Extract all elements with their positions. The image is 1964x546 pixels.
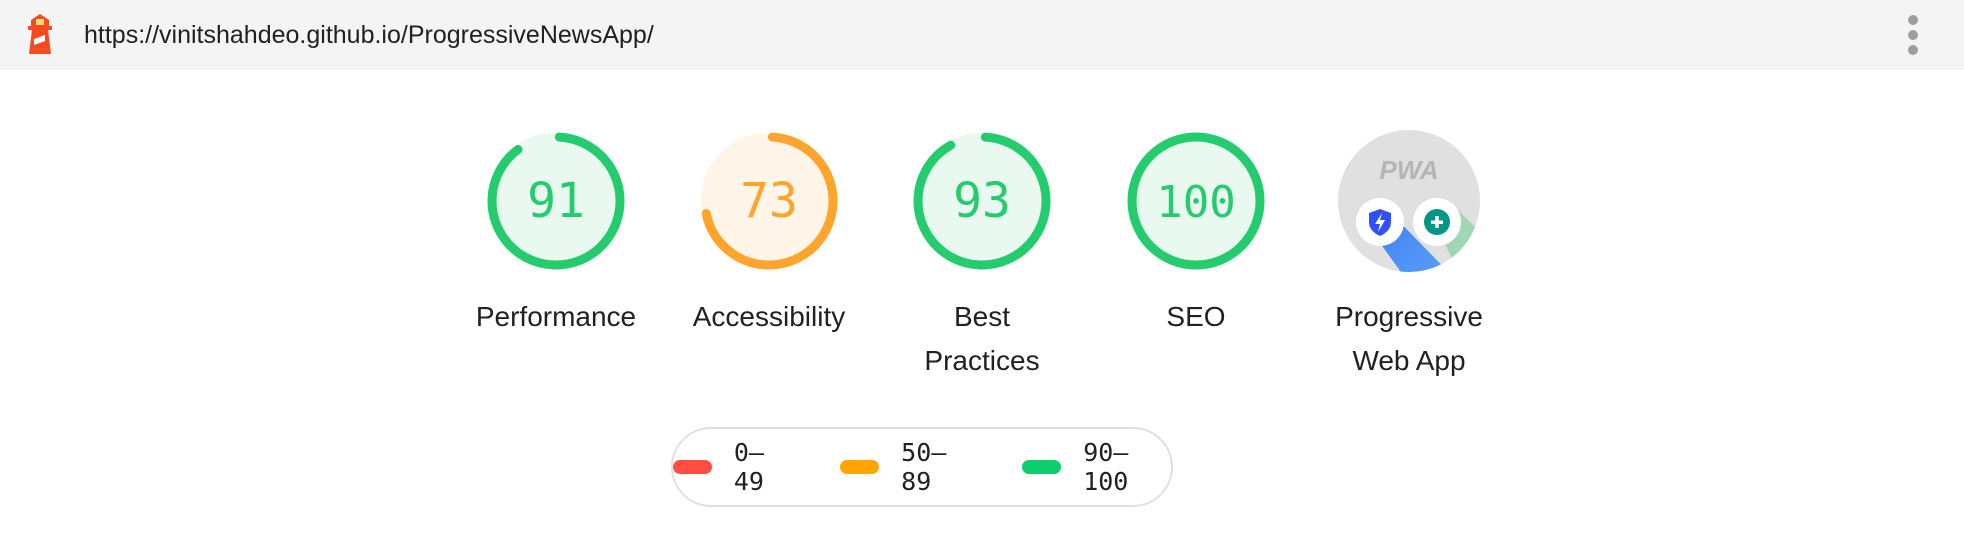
legend-range: 50–89: [901, 438, 947, 496]
gauge-label-line: Web App: [1352, 345, 1466, 376]
fast-reliable-shield-icon: [1356, 198, 1404, 246]
more-vert-icon: [1908, 15, 1918, 25]
gauge-score: 91: [527, 173, 585, 229]
gauge-score: 100: [1156, 177, 1235, 228]
installable-plus-icon: [1413, 198, 1461, 246]
legend-swatch-pass: [1022, 460, 1062, 474]
gauge-label: SEO: [1081, 295, 1311, 339]
gauge-label-line: SEO: [1166, 301, 1226, 332]
gauge-best-practices[interactable]: 93: [902, 121, 1062, 281]
more-options-button[interactable]: [1898, 12, 1928, 58]
gauge-label: Best Practices: [867, 295, 1097, 383]
gauge-label-line: Progressive: [1335, 301, 1483, 332]
score-scale-legend: 0–49 50–89 90–100: [671, 427, 1173, 507]
gauge-score: 93: [953, 173, 1011, 229]
gauge-performance[interactable]: 91: [476, 121, 636, 281]
more-vert-icon: [1908, 45, 1918, 55]
gauge-label: Accessibility: [654, 295, 884, 339]
legend-item-fail: 0–49: [673, 438, 792, 496]
lighthouse-icon: [28, 14, 52, 54]
report-header: https://vinitshahdeo.github.io/Progressi…: [0, 0, 1964, 70]
gauge-score: 73: [740, 173, 798, 229]
gauge-label: Performance: [441, 295, 671, 339]
legend-item-average: 50–89: [840, 438, 974, 496]
legend-range: 90–100: [1083, 438, 1129, 496]
gauge-accessibility[interactable]: 73: [689, 121, 849, 281]
more-vert-icon: [1908, 30, 1918, 40]
page-url: https://vinitshahdeo.github.io/Progressi…: [84, 21, 654, 49]
gauge-label-line: Accessibility: [692, 301, 846, 332]
legend-swatch-average: [840, 460, 880, 474]
gauge-label-line: Best: [953, 301, 1011, 332]
legend-swatch-fail: [673, 460, 712, 474]
gauge-seo[interactable]: 100: [1116, 121, 1276, 281]
pwa-logo-text: PWA: [1379, 155, 1438, 185]
legend-range: 0–49: [733, 438, 764, 496]
gauge-label-line: Practices: [924, 345, 1040, 376]
legend-item-pass: 90–100: [1022, 438, 1171, 496]
gauge-label: Progressive Web App: [1294, 295, 1524, 383]
gauge-pwa[interactable]: PWA: [1329, 121, 1489, 281]
gauge-label-line: Performance: [475, 301, 637, 332]
